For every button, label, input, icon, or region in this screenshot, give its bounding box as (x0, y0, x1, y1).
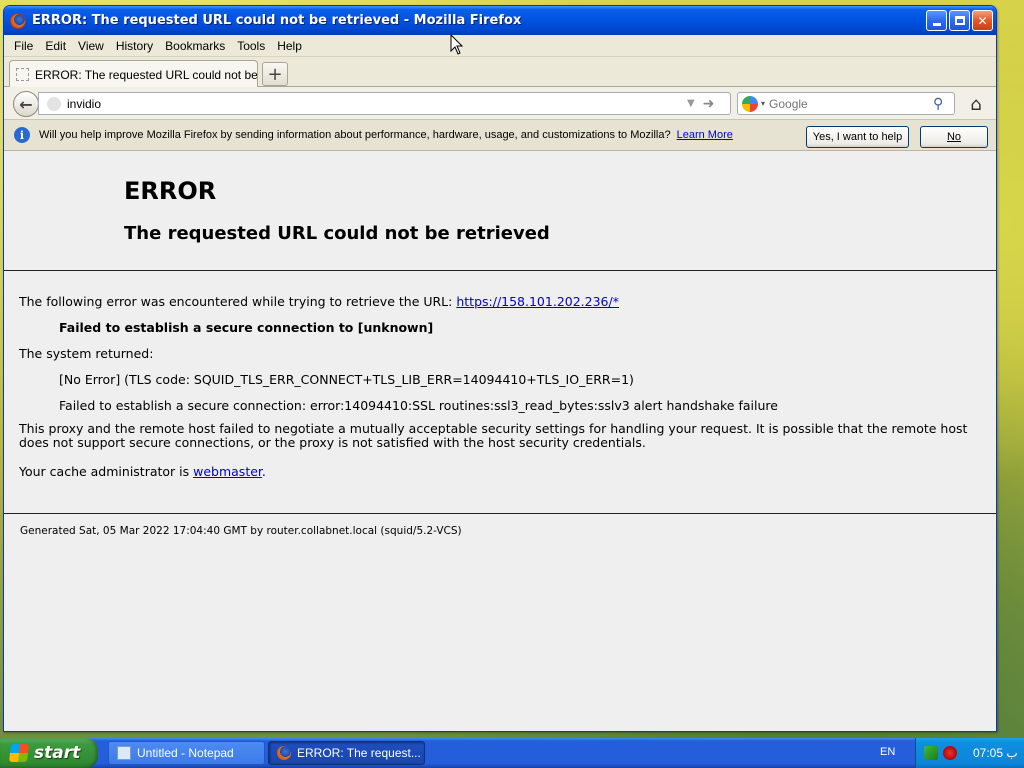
navigation-bar: ← ▼ ➜ ▾ ⚲ ⌂ (4, 87, 996, 120)
site-identity-icon[interactable] (47, 96, 61, 111)
language-indicator[interactable]: EN (880, 746, 895, 758)
info-icon: i (14, 127, 30, 143)
notepad-icon (117, 746, 131, 760)
taskbar-item-notepad[interactable]: Untitled - Notepad (108, 741, 265, 765)
windows-logo-icon (9, 744, 29, 762)
firefox-window: ERROR: The requested URL could not be re… (3, 5, 997, 732)
admin-line: Your cache administrator is webmaster. (19, 464, 266, 479)
firefox-icon (10, 12, 26, 29)
generated-footer: Generated Sat, 05 Mar 2022 17:04:40 GMT … (20, 525, 462, 537)
search-input[interactable] (769, 96, 930, 111)
close-button[interactable]: ✕ (972, 10, 993, 31)
admin-prefix: Your cache administrator is (19, 464, 194, 479)
page-subtitle: The requested URL could not be retrieved (124, 223, 550, 244)
notification-text: Will you help improve Mozilla Firefox by… (39, 129, 671, 141)
maximize-icon (954, 16, 965, 25)
window-title: ERROR: The requested URL could not be re… (32, 13, 522, 28)
page-favicon-icon (16, 68, 29, 81)
menu-file[interactable]: File (8, 39, 39, 53)
no-button[interactable]: No (920, 126, 988, 148)
page-content: ERROR The requested URL could not be ret… (4, 151, 996, 731)
tab-label: ERROR: The requested URL could not be re… (35, 67, 257, 82)
yes-help-label: Yes, I want to help (812, 131, 903, 143)
menu-edit[interactable]: Edit (39, 39, 72, 53)
system-tray: 07:05 ب (915, 738, 1024, 768)
page-title: ERROR (124, 177, 217, 205)
window-controls: ✕ (926, 10, 993, 31)
maximize-button[interactable] (949, 10, 970, 31)
ssl-error-line: Failed to establish a secure connection:… (59, 398, 778, 413)
firefox-icon (277, 746, 291, 760)
minimize-button[interactable] (926, 10, 947, 31)
search-bar[interactable]: ▾ ⚲ (737, 92, 955, 115)
tab-error-page[interactable]: ERROR: The requested URL could not be re… (9, 60, 258, 88)
go-arrow-icon[interactable]: ➜ (703, 96, 715, 112)
error-url-link[interactable]: https://158.101.202.236/* (456, 294, 619, 309)
explanation-paragraph: This proxy and the remote host failed to… (19, 421, 968, 450)
intro-text: The following error was encountered whil… (19, 294, 457, 309)
notification-bar: i Will you help improve Mozilla Firefox … (4, 120, 996, 151)
url-dropdown-icon[interactable]: ▼ (687, 98, 695, 109)
minimize-icon (932, 23, 941, 26)
engine-dropdown-icon[interactable]: ▾ (761, 99, 765, 108)
home-icon: ⌂ (970, 93, 982, 115)
menu-bar: File Edit View History Bookmarks Tools H… (4, 35, 996, 57)
menu-history[interactable]: History (110, 39, 159, 53)
error-header: ERROR The requested URL could not be ret… (4, 151, 996, 271)
plus-icon: + (267, 63, 283, 85)
clock: 07:05 ب (973, 746, 1018, 760)
admin-suffix: . (261, 464, 266, 479)
search-icon[interactable]: ⚲ (933, 96, 943, 112)
back-arrow-icon: ← (19, 94, 33, 114)
tls-code-line: [No Error] (TLS code: SQUID_TLS_ERR_CONN… (59, 372, 634, 387)
taskbar-item-firefox[interactable]: ERROR: The request... (268, 741, 425, 765)
google-engine-icon[interactable] (742, 95, 758, 112)
menu-view[interactable]: View (72, 39, 110, 53)
taskbar: start Untitled - Notepad ERROR: The requ… (0, 738, 1024, 768)
tab-strip: ERROR: The requested URL could not be re… (4, 57, 996, 88)
security-tray-icon[interactable] (943, 746, 957, 760)
yes-help-button[interactable]: Yes, I want to help (806, 126, 909, 148)
network-tray-icon[interactable] (924, 746, 938, 760)
back-button[interactable]: ← (13, 91, 39, 117)
menu-tools[interactable]: Tools (231, 39, 271, 53)
menu-help[interactable]: Help (271, 39, 308, 53)
error-body: The following error was encountered whil… (4, 272, 996, 514)
learn-more-link[interactable]: Learn More (677, 129, 733, 141)
start-label: start (34, 743, 81, 763)
system-returned-label: The system returned: (19, 346, 154, 361)
home-button[interactable]: ⌂ (965, 93, 987, 115)
no-label: No (946, 131, 962, 143)
close-icon: ✕ (977, 13, 988, 28)
new-tab-button[interactable]: + (262, 62, 288, 86)
webmaster-link[interactable]: webmaster (193, 464, 262, 479)
intro-line: The following error was encountered whil… (19, 294, 619, 309)
start-button[interactable]: start (0, 738, 98, 768)
taskbar-item-label: Untitled - Notepad (137, 746, 234, 760)
failed-connection-line: Failed to establish a secure connection … (59, 320, 434, 335)
url-bar[interactable]: ▼ ➜ (38, 92, 731, 115)
url-input[interactable] (67, 94, 667, 113)
title-bar[interactable]: ERROR: The requested URL could not be re… (4, 6, 996, 35)
mouse-cursor-icon (450, 34, 464, 55)
menu-bookmarks[interactable]: Bookmarks (159, 39, 231, 53)
taskbar-item-label: ERROR: The request... (297, 746, 421, 760)
